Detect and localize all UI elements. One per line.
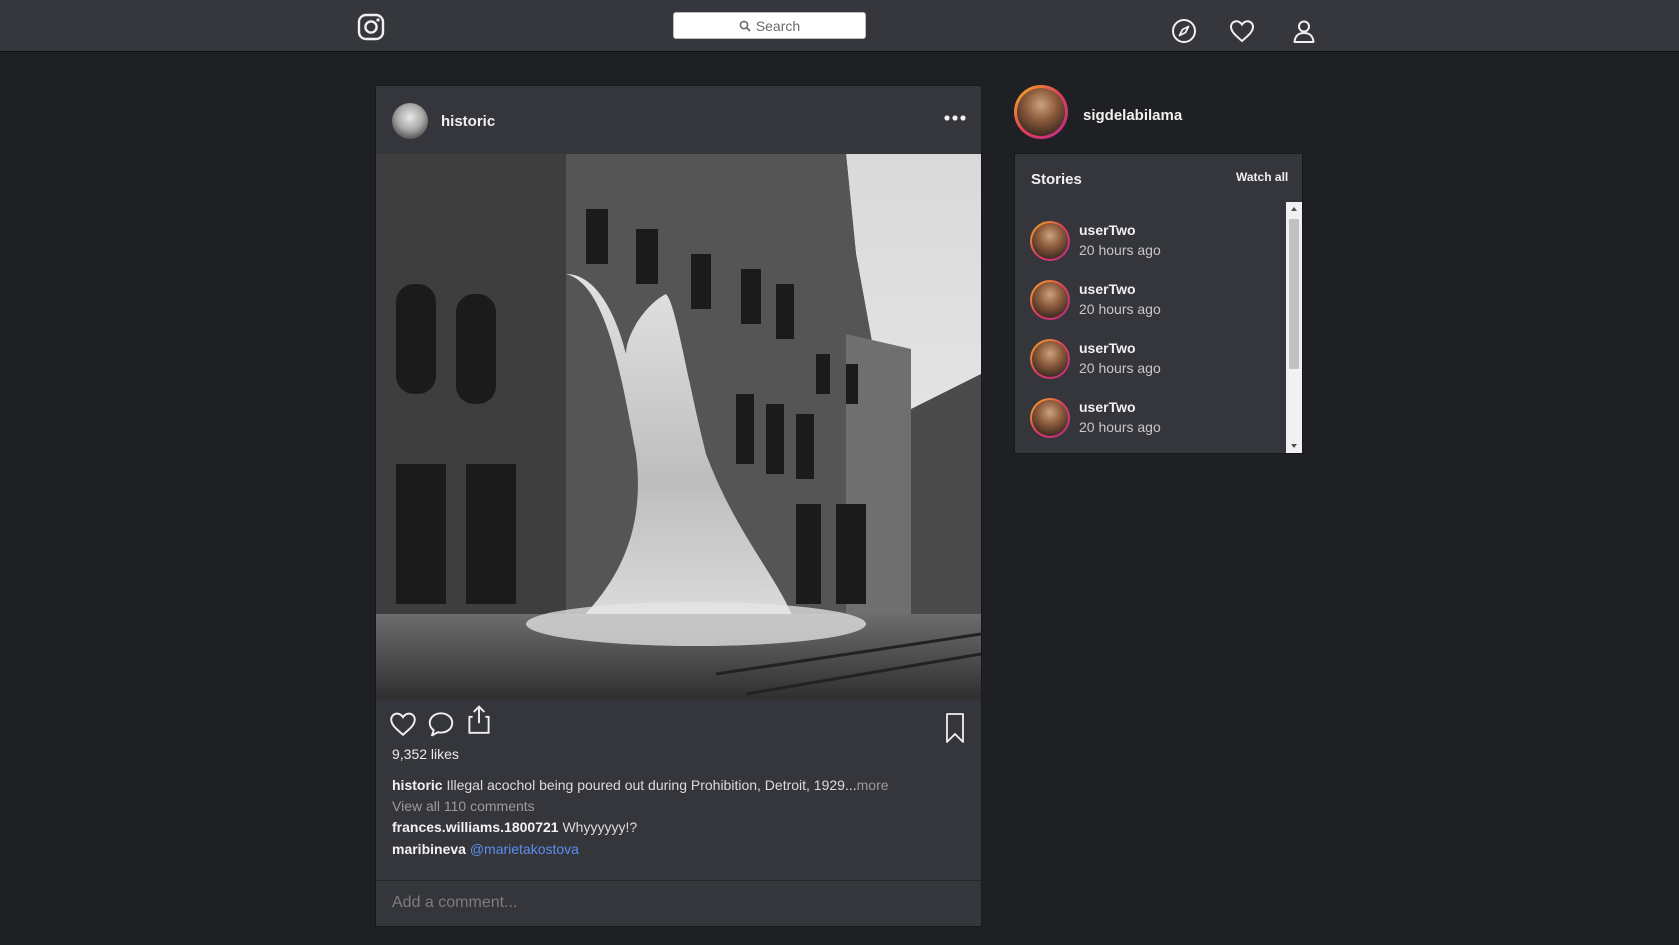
story-username: userTwo: [1079, 399, 1136, 415]
search-icon: [739, 20, 751, 32]
story-username: userTwo: [1079, 340, 1136, 356]
story-item[interactable]: userTwo 20 hours ago: [1030, 219, 1280, 263]
post-image[interactable]: [376, 154, 981, 699]
compass-icon[interactable]: [1170, 17, 1198, 45]
post-card: historic 9,352 likes historic Illegal ac…: [375, 85, 982, 927]
story-item[interactable]: userTwo 20 hours ago: [1030, 337, 1280, 381]
post-header: historic: [376, 86, 981, 154]
story-time: 20 hours ago: [1079, 301, 1161, 317]
stories-list: userTwo 20 hours ago userTwo 20 hours ag…: [1015, 203, 1285, 453]
post-actions-bar: [376, 704, 981, 756]
story-avatar: [1030, 280, 1070, 320]
comment-mention-link[interactable]: @marietakostova: [470, 841, 579, 857]
caption-username[interactable]: historic: [392, 777, 443, 793]
story-avatar: [1030, 339, 1070, 379]
story-time: 20 hours ago: [1079, 242, 1161, 258]
post-author-username[interactable]: historic: [441, 113, 495, 130]
add-comment-input[interactable]: Add a comment...: [376, 880, 981, 926]
story-item[interactable]: userTwo 20 hours ago: [1030, 278, 1280, 322]
top-nav-bar: Search: [0, 0, 1679, 52]
watch-all-link[interactable]: Watch all: [1236, 170, 1288, 184]
comment-username[interactable]: maribineva: [392, 841, 466, 857]
comment-text: Whyyyyyy!?: [562, 819, 638, 835]
post-photo-graphic: [376, 154, 981, 699]
comment-item: maribineva @marietakostova: [392, 841, 579, 857]
scroll-up-arrow-icon[interactable]: [1286, 202, 1302, 216]
story-time: 20 hours ago: [1079, 360, 1161, 376]
heart-icon[interactable]: [1228, 17, 1256, 45]
caption-more-link[interactable]: more: [857, 777, 889, 793]
stories-panel: Stories Watch all userTwo 20 hours ago u…: [1014, 153, 1303, 454]
caption-text: Illegal acochol being poured out during …: [446, 777, 857, 793]
view-all-comments-link[interactable]: View all 110 comments: [392, 798, 535, 814]
more-options-icon[interactable]: [944, 114, 966, 122]
comment-username[interactable]: frances.williams.1800721: [392, 819, 559, 835]
story-username: userTwo: [1079, 281, 1136, 297]
instagram-icon[interactable]: [357, 13, 385, 41]
comment-bubble-icon[interactable]: [426, 709, 456, 739]
like-count[interactable]: 9,352 likes: [392, 746, 459, 762]
user-icon[interactable]: [1290, 17, 1318, 45]
post-caption: historic Illegal acochol being poured ou…: [392, 777, 972, 793]
story-avatar: [1030, 221, 1070, 261]
post-author-avatar[interactable]: [392, 103, 428, 139]
current-user-username[interactable]: sigdelabilama: [1083, 107, 1182, 124]
comment-item: frances.williams.1800721 Whyyyyyy!?: [392, 819, 637, 835]
stories-title: Stories: [1031, 171, 1082, 188]
bookmark-icon[interactable]: [944, 712, 966, 744]
share-icon[interactable]: [464, 704, 494, 736]
search-placeholder: Search: [755, 17, 801, 34]
stories-scrollbar[interactable]: [1286, 202, 1302, 453]
story-item[interactable]: userTwo 20 hours ago: [1030, 396, 1280, 440]
scrollbar-thumb[interactable]: [1289, 219, 1299, 369]
search-input[interactable]: Search: [673, 12, 866, 39]
scroll-down-arrow-icon[interactable]: [1286, 439, 1302, 453]
current-user-avatar[interactable]: [1014, 85, 1068, 139]
like-heart-icon[interactable]: [388, 709, 418, 739]
story-time: 20 hours ago: [1079, 419, 1161, 435]
story-username: userTwo: [1079, 222, 1136, 238]
story-avatar: [1030, 398, 1070, 438]
